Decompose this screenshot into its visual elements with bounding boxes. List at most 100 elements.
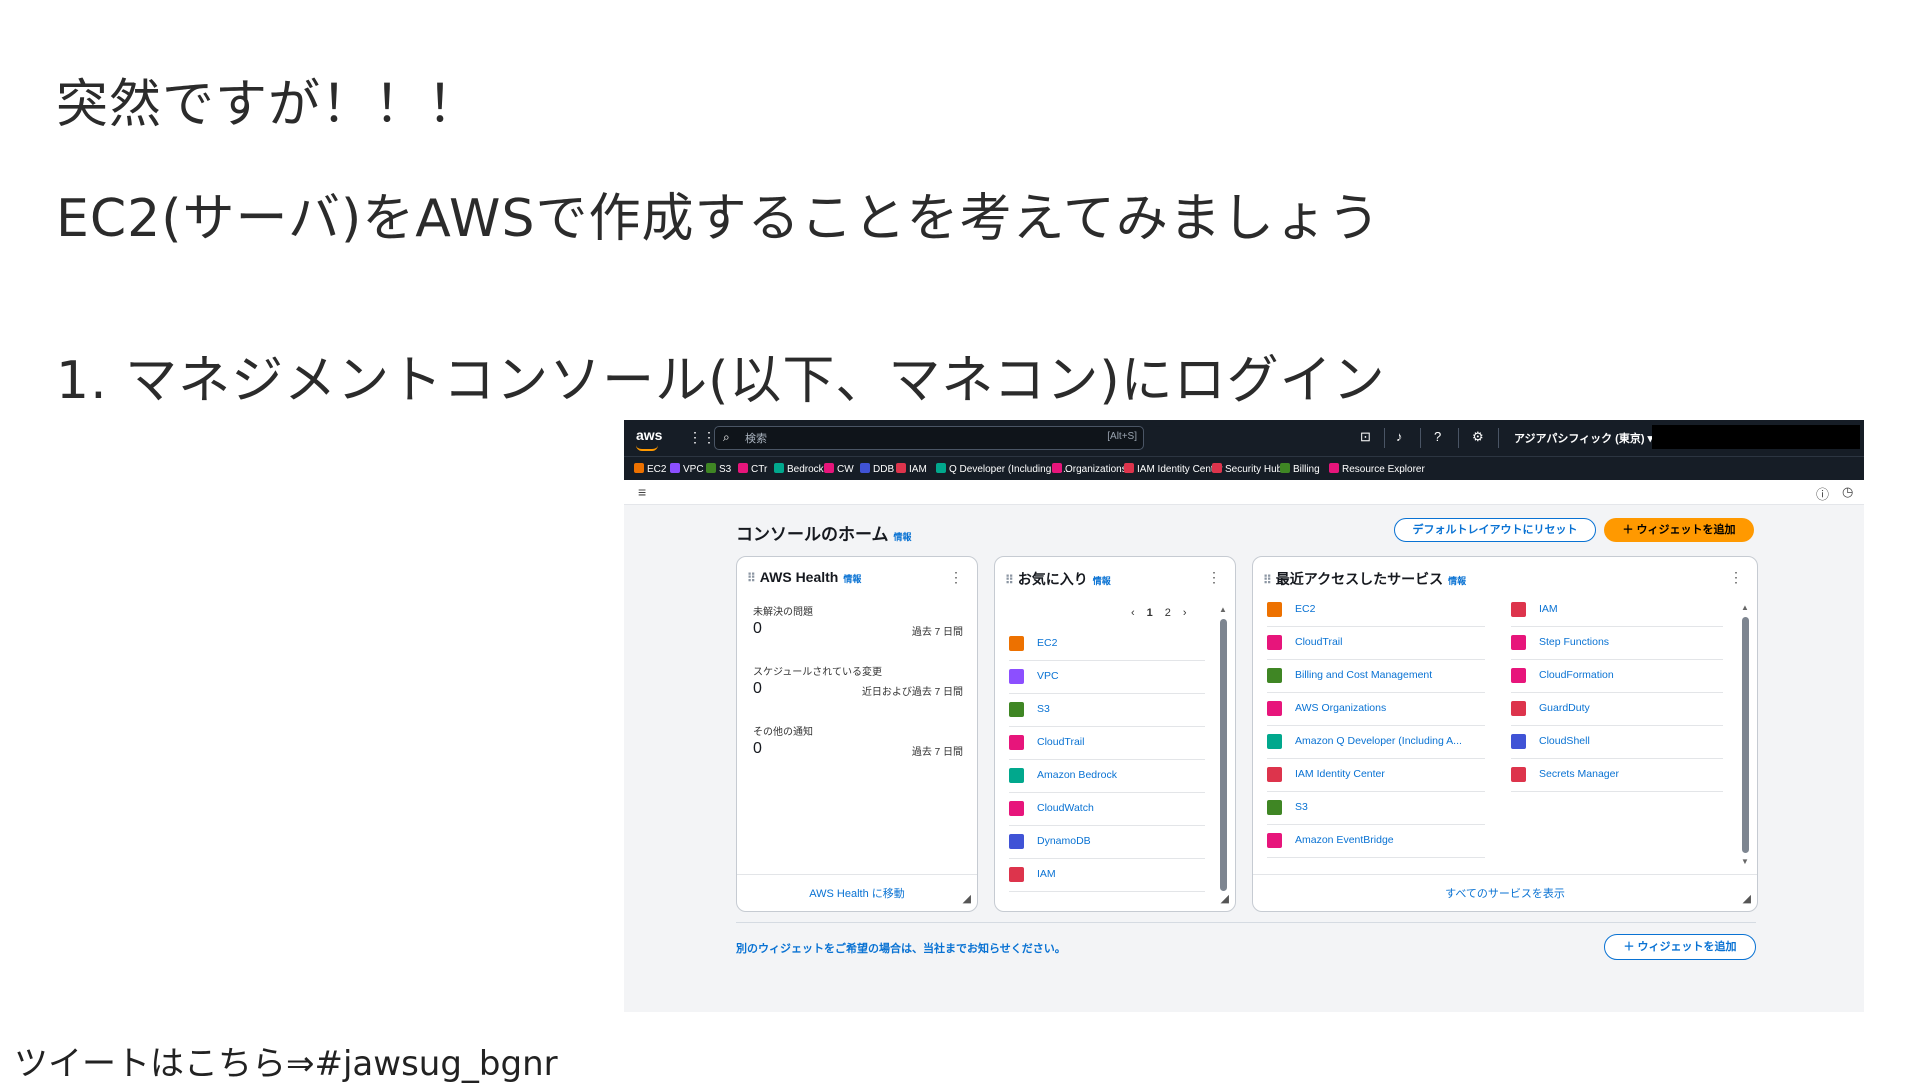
- service-link[interactable]: Secrets Manager: [1539, 768, 1619, 780]
- info-circle-icon[interactable]: ⓘ: [1816, 484, 1829, 503]
- drag-handle-icon[interactable]: ⠿: [1263, 573, 1272, 587]
- favorites-bar-item[interactable]: IAM Identity Center: [1124, 463, 1223, 475]
- favorites-bar-item[interactable]: DDB: [860, 463, 894, 475]
- search-box[interactable]: ⌕ [Alt+S]: [714, 426, 1144, 450]
- service-link[interactable]: CloudTrail: [1295, 636, 1342, 648]
- feedback-note-link[interactable]: 別のウィジェットをご希望の場合は、当社までお知らせください。: [736, 940, 1066, 956]
- service-link[interactable]: DynamoDB: [1037, 835, 1091, 847]
- service-list-item[interactable]: GuardDuty: [1511, 692, 1723, 726]
- service-list-item[interactable]: Secrets Manager: [1511, 758, 1723, 792]
- account-menu-redacted[interactable]: [1652, 425, 1860, 449]
- service-link[interactable]: Step Functions: [1539, 636, 1609, 648]
- region-selector[interactable]: アジアパシフィック (東京) ▾: [1514, 430, 1653, 446]
- service-list-item[interactable]: CloudWatch: [1009, 792, 1205, 826]
- pager-prev-icon[interactable]: ‹: [1131, 607, 1135, 619]
- service-list-item[interactable]: Amazon Bedrock: [1009, 759, 1205, 793]
- service-list-item[interactable]: CloudShell: [1511, 725, 1723, 759]
- pager-page-2[interactable]: 2: [1165, 607, 1171, 619]
- service-list-item[interactable]: Amazon EventBridge: [1267, 824, 1485, 858]
- service-list-item[interactable]: EC2: [1009, 627, 1205, 661]
- service-list-item[interactable]: IAM: [1511, 593, 1723, 627]
- view-all-services-link[interactable]: すべてのサービスを表示: [1253, 885, 1757, 901]
- service-link[interactable]: VPC: [1037, 670, 1059, 682]
- kebab-menu-icon[interactable]: ⋮: [1207, 569, 1221, 586]
- service-link[interactable]: CloudFormation: [1539, 669, 1614, 681]
- service-link[interactable]: S3: [1295, 801, 1308, 813]
- service-list-item[interactable]: CloudFormation: [1511, 659, 1723, 693]
- service-list-item[interactable]: CloudTrail: [1267, 626, 1485, 660]
- services-grid-icon[interactable]: ⋮⋮⋮: [688, 430, 730, 444]
- clock-icon[interactable]: ◷: [1842, 484, 1853, 500]
- favorites-bar-item[interactable]: CW: [824, 463, 854, 475]
- resize-handle-icon[interactable]: ◢: [1743, 892, 1751, 905]
- info-link[interactable]: 情報: [1093, 576, 1111, 586]
- service-list-item[interactable]: Billing and Cost Management: [1267, 659, 1485, 693]
- favorites-bar-item[interactable]: VPC: [670, 463, 704, 475]
- scroll-up-icon[interactable]: ▲: [1741, 603, 1749, 612]
- widget-title: AWS Health: [759, 569, 839, 585]
- drag-handle-icon[interactable]: ⠿: [1005, 573, 1014, 587]
- service-list-item[interactable]: IAM: [1009, 858, 1205, 892]
- kebab-menu-icon[interactable]: ⋮: [1729, 569, 1743, 586]
- kebab-menu-icon[interactable]: ⋮: [949, 569, 963, 586]
- service-link[interactable]: CloudWatch: [1037, 802, 1094, 814]
- service-link[interactable]: IAM: [1037, 868, 1056, 880]
- favorites-bar-item[interactable]: Billing: [1280, 463, 1320, 475]
- favorites-bar-item[interactable]: S3: [706, 463, 731, 475]
- service-link[interactable]: Amazon Bedrock: [1037, 769, 1117, 781]
- gear-icon[interactable]: ⚙: [1472, 429, 1484, 445]
- add-widget-button-bottom[interactable]: ＋ ウィジェットを追加: [1604, 934, 1756, 960]
- service-link[interactable]: Amazon EventBridge: [1295, 834, 1394, 846]
- service-link[interactable]: EC2: [1295, 603, 1315, 615]
- service-link[interactable]: CloudShell: [1539, 735, 1590, 747]
- info-link[interactable]: 情報: [894, 532, 912, 542]
- service-list-item[interactable]: IAM Identity Center: [1267, 758, 1485, 792]
- favorites-bar-item[interactable]: IAM: [896, 463, 927, 475]
- scroll-up-icon[interactable]: ▲: [1219, 605, 1227, 614]
- service-list-item[interactable]: VPC: [1009, 660, 1205, 694]
- favorites-bar-item[interactable]: EC2: [634, 463, 666, 475]
- menu-icon[interactable]: ≡: [638, 484, 646, 500]
- reset-layout-button[interactable]: デフォルトレイアウトにリセット: [1394, 518, 1596, 542]
- resize-handle-icon[interactable]: ◢: [963, 892, 971, 905]
- service-list-item[interactable]: EC2: [1267, 593, 1485, 627]
- service-link[interactable]: S3: [1037, 703, 1050, 715]
- favorites-bar-item[interactable]: Bedrock: [774, 463, 824, 475]
- service-link[interactable]: CloudTrail: [1037, 736, 1084, 748]
- drag-handle-icon[interactable]: ⠿: [747, 571, 756, 585]
- info-link[interactable]: 情報: [1448, 576, 1466, 586]
- service-link[interactable]: GuardDuty: [1539, 702, 1590, 714]
- pager-page-1[interactable]: 1: [1147, 607, 1153, 619]
- service-list-item[interactable]: S3: [1009, 693, 1205, 727]
- pager-next-icon[interactable]: ›: [1183, 607, 1187, 619]
- service-list-item[interactable]: CloudTrail: [1009, 726, 1205, 760]
- info-link[interactable]: 情報: [843, 574, 861, 584]
- service-link[interactable]: Amazon Q Developer (Including A...: [1295, 735, 1462, 747]
- service-link[interactable]: IAM Identity Center: [1295, 768, 1385, 780]
- service-link[interactable]: Billing and Cost Management: [1295, 669, 1432, 681]
- favorites-bar-item[interactable]: CTr: [738, 463, 767, 475]
- aws-logo[interactable]: aws: [636, 427, 662, 443]
- service-link[interactable]: AWS Organizations: [1295, 702, 1386, 714]
- scrollbar[interactable]: [1220, 619, 1227, 891]
- resize-handle-icon[interactable]: ◢: [1221, 892, 1229, 905]
- bell-icon[interactable]: ♪: [1396, 429, 1403, 445]
- service-link[interactable]: EC2: [1037, 637, 1057, 649]
- scrollbar[interactable]: [1742, 617, 1749, 853]
- cloudshell-icon[interactable]: ⊡: [1360, 429, 1371, 445]
- help-icon[interactable]: ?: [1434, 429, 1441, 445]
- service-list-item[interactable]: DynamoDB: [1009, 825, 1205, 859]
- favorites-bar-item[interactable]: Organizations: [1052, 463, 1127, 475]
- search-input[interactable]: [743, 430, 1047, 447]
- service-list-item[interactable]: Amazon Q Developer (Including A...: [1267, 725, 1485, 759]
- service-list-item[interactable]: Step Functions: [1511, 626, 1723, 660]
- favorites-bar-item[interactable]: Security Hub: [1212, 463, 1282, 475]
- favorites-bar-item[interactable]: Resource Explorer: [1329, 463, 1425, 475]
- favorites-bar-item[interactable]: Q Developer (Including A...: [936, 463, 1069, 475]
- go-to-aws-health-link[interactable]: AWS Health に移動: [737, 885, 977, 901]
- scroll-down-icon[interactable]: ▼: [1741, 857, 1749, 866]
- add-widget-button[interactable]: ＋ ウィジェットを追加: [1604, 518, 1754, 542]
- service-list-item[interactable]: S3: [1267, 791, 1485, 825]
- service-link[interactable]: IAM: [1539, 603, 1558, 615]
- service-list-item[interactable]: AWS Organizations: [1267, 692, 1485, 726]
